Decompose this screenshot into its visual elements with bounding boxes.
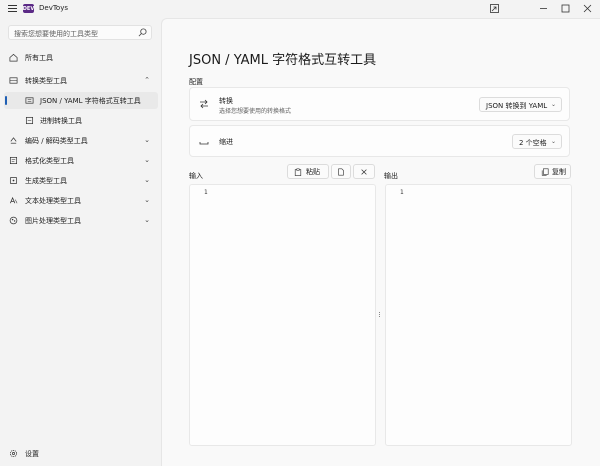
maximize-icon[interactable] bbox=[559, 2, 571, 14]
sidebar-item-number-base[interactable]: 进制转换工具 bbox=[4, 112, 158, 129]
search-icon[interactable] bbox=[138, 28, 147, 37]
chevron-down-icon: ⌄ bbox=[144, 196, 150, 204]
home-icon bbox=[9, 53, 18, 62]
sidebar-item-json-yaml[interactable]: JSON / YAML 字符格式互转工具 bbox=[4, 92, 158, 109]
indent-title: 缩进 bbox=[219, 138, 233, 146]
encode-icon bbox=[10, 137, 17, 144]
copy-icon bbox=[541, 168, 549, 176]
compact-overlay-icon[interactable] bbox=[488, 2, 500, 14]
conversion-title: 转换 bbox=[219, 97, 233, 105]
indent-setting-card: 缩进 2 个空格 ⌄ bbox=[189, 125, 570, 157]
paste-button[interactable]: 粘贴 bbox=[287, 164, 329, 179]
indent-dropdown-value: 2 个空格 bbox=[519, 139, 547, 147]
main-content: JSON / YAML 字符格式互转工具 配置 转换 选择您想要使用的转换格式 … bbox=[161, 18, 600, 466]
line-number: 1 bbox=[400, 189, 404, 196]
paste-icon bbox=[294, 168, 302, 176]
conversion-dropdown-value: JSON 转换到 YAML bbox=[486, 102, 548, 110]
sidebar-item-label: 文本处理类型工具 bbox=[25, 197, 81, 205]
conversion-setting-card: 转换 选择您想要使用的转换格式 JSON 转换到 YAML ⌄ bbox=[189, 87, 570, 121]
pane-splitter[interactable] bbox=[379, 312, 382, 320]
output-editor[interactable]: 1 bbox=[385, 184, 572, 446]
sidebar-item-label: 编码 / 解码类型工具 bbox=[25, 137, 88, 145]
number-base-icon bbox=[25, 116, 34, 125]
hamburger-menu-icon[interactable] bbox=[8, 5, 17, 13]
search-placeholder: 搜索您想要使用的工具类型 bbox=[14, 30, 98, 38]
sidebar-item-graphic[interactable]: 图片处理类型工具 ⌄ bbox=[4, 212, 158, 229]
sidebar-item-label: 生成类型工具 bbox=[25, 177, 67, 185]
sidebar-item-label: 所有工具 bbox=[25, 54, 53, 62]
format-icon bbox=[9, 156, 18, 165]
indent-icon bbox=[199, 142, 209, 145]
minimize-icon[interactable] bbox=[537, 2, 549, 14]
conversion-dropdown[interactable]: JSON 转换到 YAML ⌄ bbox=[479, 97, 562, 112]
page-title: JSON / YAML 字符格式互转工具 bbox=[189, 53, 377, 68]
convert-icon bbox=[9, 77, 18, 84]
clear-button[interactable] bbox=[353, 164, 375, 179]
sidebar-item-label: JSON / YAML 字符格式互转工具 bbox=[40, 97, 141, 105]
conversion-description: 选择您想要使用的转换格式 bbox=[219, 108, 292, 115]
swap-arrows-icon bbox=[200, 99, 208, 109]
sidebar-item-generators[interactable]: 生成类型工具 ⌄ bbox=[4, 172, 158, 189]
line-number: 1 bbox=[204, 189, 208, 196]
generate-icon bbox=[9, 176, 18, 185]
chevron-down-icon: ⌄ bbox=[550, 101, 556, 108]
app-title: DevToys bbox=[39, 4, 68, 12]
sidebar-item-text[interactable]: 文本处理类型工具 ⌄ bbox=[4, 192, 158, 209]
sidebar-item-converters[interactable]: 转换类型工具 ⌃ bbox=[4, 72, 158, 89]
image-icon bbox=[9, 216, 18, 225]
input-label: 输入 bbox=[189, 172, 203, 180]
close-icon[interactable] bbox=[581, 2, 593, 14]
sidebar-item-all-tools[interactable]: 所有工具 bbox=[4, 49, 158, 66]
chevron-down-icon: ⌄ bbox=[550, 138, 556, 145]
indent-dropdown[interactable]: 2 个空格 ⌄ bbox=[512, 134, 562, 149]
title-bar: DEV DevToys bbox=[0, 0, 600, 18]
open-file-button[interactable] bbox=[331, 164, 351, 179]
config-section-label: 配置 bbox=[189, 78, 203, 86]
sidebar-item-label: 转换类型工具 bbox=[25, 77, 67, 85]
close-icon bbox=[361, 169, 367, 175]
sidebar-item-label: 图片处理类型工具 bbox=[25, 217, 81, 225]
sidebar-item-label: 设置 bbox=[25, 450, 39, 458]
app-logo: DEV bbox=[22, 4, 35, 13]
copy-label: 复制 bbox=[552, 168, 566, 176]
sidebar-item-encoders[interactable]: 编码 / 解码类型工具 ⌄ bbox=[4, 132, 158, 149]
sidebar: 搜索您想要使用的工具类型 所有工具 转换类型工具 ⌃ JSON / YAML 字… bbox=[0, 18, 160, 466]
search-input[interactable]: 搜索您想要使用的工具类型 bbox=[8, 25, 152, 40]
output-label: 输出 bbox=[384, 172, 398, 180]
selection-indicator bbox=[5, 96, 7, 105]
file-icon bbox=[338, 168, 344, 176]
sidebar-item-settings[interactable]: 设置 bbox=[4, 445, 158, 462]
paste-label: 粘贴 bbox=[306, 168, 320, 176]
json-icon bbox=[25, 97, 34, 104]
sidebar-item-label: 进制转换工具 bbox=[40, 117, 82, 125]
chevron-down-icon: ⌄ bbox=[144, 216, 150, 224]
chevron-down-icon: ⌄ bbox=[144, 136, 150, 144]
chevron-down-icon: ⌄ bbox=[144, 156, 150, 164]
chevron-up-icon: ⌃ bbox=[144, 76, 150, 84]
chevron-down-icon: ⌄ bbox=[144, 176, 150, 184]
gear-icon bbox=[9, 449, 18, 458]
text-icon bbox=[10, 196, 18, 204]
sidebar-item-label: 格式化类型工具 bbox=[25, 157, 74, 165]
input-editor[interactable]: 1 bbox=[189, 184, 376, 446]
sidebar-item-formatters[interactable]: 格式化类型工具 ⌄ bbox=[4, 152, 158, 169]
copy-button[interactable]: 复制 bbox=[534, 164, 571, 179]
